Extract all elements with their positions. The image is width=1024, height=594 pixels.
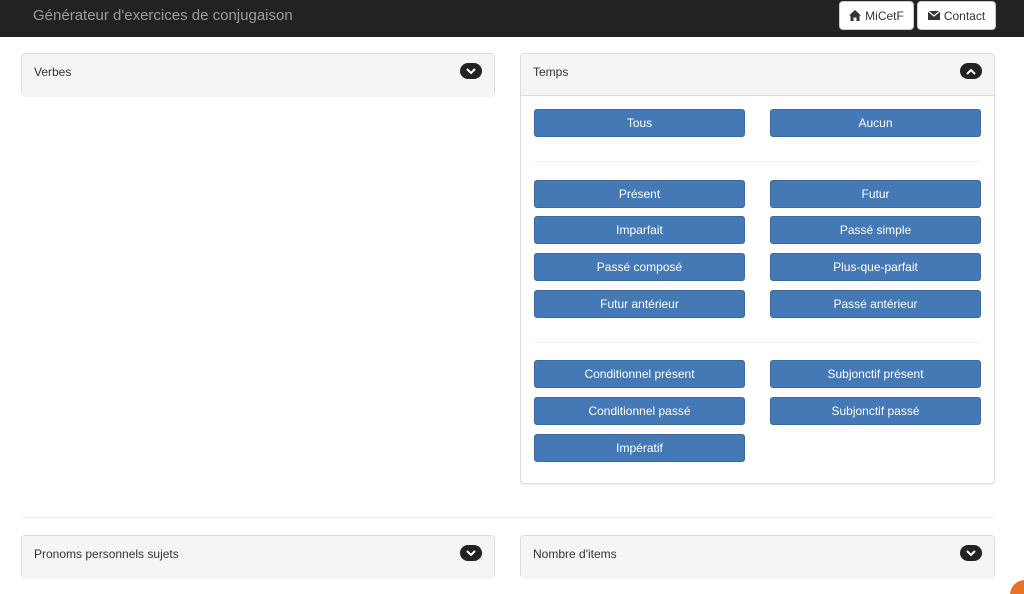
tense-button-imparfait[interactable]: Imparfait bbox=[534, 216, 745, 244]
tense-button-subjonctif-present[interactable]: Subjonctif présent bbox=[770, 360, 981, 388]
navbar: Générateur d'exercices de conjugaison Mi… bbox=[0, 0, 1024, 37]
tense-button-passe-compose[interactable]: Passé composé bbox=[534, 253, 745, 281]
tense-button-passe-anterieur[interactable]: Passé antérieur bbox=[770, 290, 981, 318]
chevron-down-icon[interactable] bbox=[460, 63, 482, 79]
tense-button-futur-anterieur[interactable]: Futur antérieur bbox=[534, 290, 745, 318]
temps-panel-heading[interactable]: Temps bbox=[521, 54, 994, 96]
tense-button-passe-simple[interactable]: Passé simple bbox=[770, 216, 981, 244]
tense-button-plus-que-parfait[interactable]: Plus-que-parfait bbox=[770, 253, 981, 281]
chevron-down-icon[interactable] bbox=[460, 545, 482, 561]
temps-panel-title: Temps bbox=[533, 65, 569, 79]
tense-button-present[interactable]: Présent bbox=[534, 180, 745, 208]
tense-button-subjonctif-passe[interactable]: Subjonctif passé bbox=[770, 397, 981, 425]
micetf-label: MiCetF bbox=[865, 8, 904, 23]
select-all-button[interactable]: Tous bbox=[534, 109, 745, 137]
nombre-items-panel: Nombre d'items bbox=[520, 535, 995, 578]
chevron-down-icon[interactable] bbox=[960, 545, 982, 561]
micetf-button[interactable]: MiCetF bbox=[839, 1, 914, 30]
pronoms-panel: Pronoms personnels sujets bbox=[21, 535, 495, 578]
home-icon bbox=[849, 10, 862, 21]
section-divider bbox=[21, 517, 995, 518]
pronoms-panel-title: Pronoms personnels sujets bbox=[34, 547, 179, 561]
tense-button-imperatif[interactable]: Impératif bbox=[534, 434, 745, 462]
envelope-icon bbox=[927, 11, 940, 20]
tense-button-futur[interactable]: Futur bbox=[770, 180, 981, 208]
orange-corner-shape bbox=[1010, 580, 1024, 594]
contact-button[interactable]: Contact bbox=[917, 1, 996, 30]
tense-button-conditionnel-passe[interactable]: Conditionnel passé bbox=[534, 397, 745, 425]
verbes-panel-title: Verbes bbox=[34, 65, 72, 79]
divider bbox=[534, 161, 981, 162]
select-none-button[interactable]: Aucun bbox=[770, 109, 981, 137]
verbes-panel-heading[interactable]: Verbes bbox=[22, 54, 494, 96]
tense-button-conditionnel-present[interactable]: Conditionnel présent bbox=[534, 360, 745, 388]
chevron-up-icon[interactable] bbox=[960, 63, 982, 79]
divider bbox=[534, 342, 981, 343]
nombre-items-panel-heading[interactable]: Nombre d'items bbox=[521, 536, 994, 578]
app-title[interactable]: Générateur d'exercices de conjugaison bbox=[33, 7, 293, 24]
contact-label: Contact bbox=[943, 8, 986, 23]
pronoms-panel-heading[interactable]: Pronoms personnels sujets bbox=[22, 536, 494, 578]
verbes-panel: Verbes bbox=[21, 53, 495, 96]
nombre-items-panel-title: Nombre d'items bbox=[533, 547, 617, 561]
